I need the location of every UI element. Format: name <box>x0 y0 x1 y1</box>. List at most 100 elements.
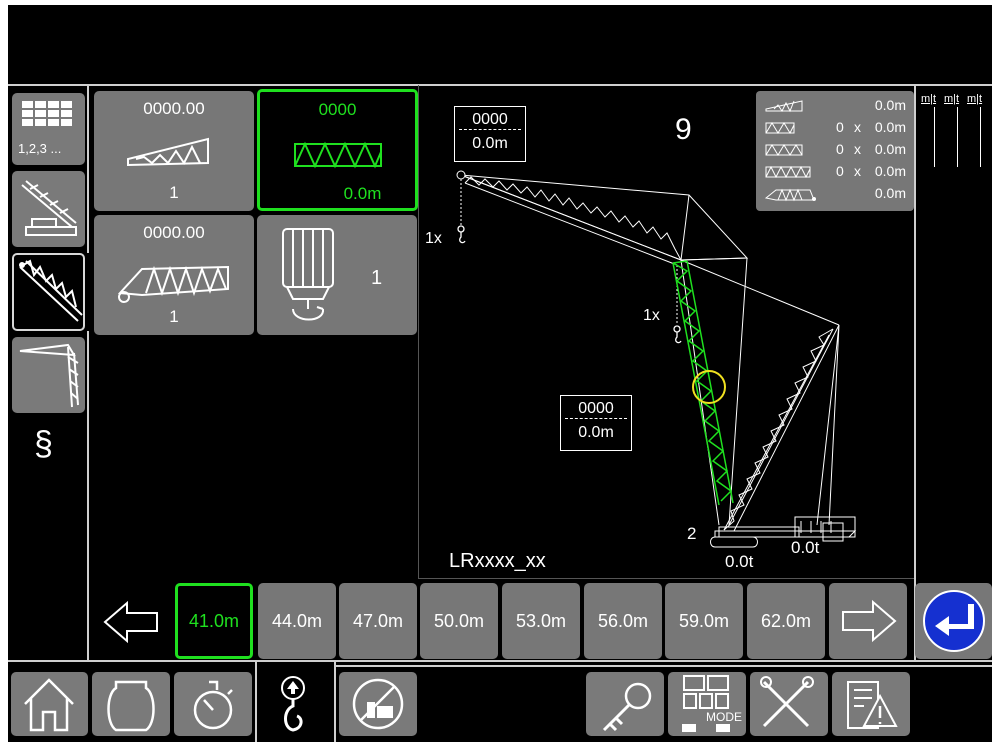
stopwatch-icon <box>193 680 233 730</box>
timer-button[interactable] <box>174 672 252 736</box>
pivot-section-count: 1 <box>169 307 179 326</box>
summary-count: 0 <box>836 141 844 157</box>
lattice-section-icon <box>294 141 382 169</box>
crane-diagram: 0000 0.0m 0000 0.0m 9 1x 1x 2 0.0t 0.0t … <box>419 85 914 578</box>
top-hook-count: 1x <box>425 230 442 247</box>
bottom-divider <box>8 660 992 662</box>
bottom-divider-mid <box>336 665 992 667</box>
luffing-jib-icon <box>19 343 79 408</box>
tile-main-boom-length[interactable]: 0000.00 1 <box>94 91 254 211</box>
load-left: 0.0t <box>725 552 754 571</box>
mode-button[interactable]: MODE <box>668 672 746 736</box>
key-button[interactable] <box>586 672 664 736</box>
pivot-section-icon <box>117 265 229 303</box>
length-option-53[interactable]: 53.0m <box>502 583 580 659</box>
summary-times: x <box>854 163 861 179</box>
summary-count: 0 <box>836 163 844 179</box>
length-option-41[interactable]: 41.0m <box>175 583 253 659</box>
column-tick <box>957 107 958 167</box>
column-tick <box>980 107 981 167</box>
home-icon <box>24 678 74 732</box>
tab-configuration[interactable]: 1,2,3 ... <box>12 93 85 165</box>
tile-intermediate-section[interactable]: 0000 0.0m <box>257 89 418 211</box>
summary-row: 0 x 0.0m <box>764 119 910 139</box>
arrow-right-icon <box>842 599 897 643</box>
crawler-crane-icon <box>21 180 77 236</box>
mode-label: MODE <box>706 710 742 724</box>
length-option-44[interactable]: 44.0m <box>258 583 336 659</box>
right-column-divider <box>914 85 916 661</box>
tab-luffing-jib[interactable] <box>12 337 85 413</box>
summary-count: 0 <box>836 119 844 135</box>
left-column-divider <box>87 85 89 253</box>
warning-document-icon <box>847 681 898 729</box>
lattice-3m-icon <box>765 122 795 135</box>
summary-row: 0 x 0.0m <box>764 163 910 183</box>
load-right: 0.0t <box>791 538 820 557</box>
prev-length-arrow[interactable] <box>101 597 163 647</box>
return-icon <box>922 590 985 652</box>
tip-section-icon <box>765 100 803 113</box>
configuration-grid-icon <box>22 101 72 126</box>
intermediate-value: 0000 <box>318 100 357 119</box>
tip-length-label: 0000 0.0m <box>454 106 526 162</box>
mid-hook-count: 1x <box>643 307 660 324</box>
settings-button[interactable] <box>750 672 828 736</box>
foot-section-icon <box>764 188 816 202</box>
summary-times: x <box>854 119 861 135</box>
summary-length: 0.0m <box>874 97 906 113</box>
column-tick <box>934 107 935 167</box>
main-boom-value: 0000.00 <box>143 99 205 118</box>
summary-times: x <box>854 141 861 157</box>
arrow-left-icon <box>103 600 158 644</box>
hook-up-button[interactable] <box>259 672 331 736</box>
left-column-divider-lower <box>87 331 89 661</box>
crane-control-screen: 1,2,3 ... § 0000.00 1 0000 0.0m 0000.00 … <box>8 5 992 742</box>
configuration-tab-label: 1,2,3 ... <box>18 141 62 156</box>
engine-button[interactable] <box>92 672 170 736</box>
summary-length: 0.0m <box>874 141 906 157</box>
tab-main-boom[interactable] <box>12 253 85 331</box>
summary-length: 0.0m <box>874 119 906 135</box>
summary-length: 0.0m <box>874 163 906 179</box>
boom-length-top: 0000 <box>565 399 627 419</box>
tip-number: 9 <box>675 113 692 146</box>
paragraph-icon[interactable]: § <box>34 425 53 464</box>
engine-icon <box>107 680 155 732</box>
summary-row: 0 x 0.0m <box>764 141 910 161</box>
next-length-button[interactable] <box>829 583 907 659</box>
hook-up-icon <box>281 676 305 732</box>
length-option-50[interactable]: 50.0m <box>420 583 498 659</box>
length-option-56[interactable]: 56.0m <box>584 583 662 659</box>
boom-length-bottom: 0.0m <box>578 424 614 441</box>
main-boom-count: 1 <box>169 183 179 202</box>
unit-header: m|t <box>967 93 983 105</box>
unit-header: m|t <box>944 93 960 105</box>
hook-block-count: 1 <box>371 267 383 289</box>
no-counterweight-icon <box>352 678 404 730</box>
section-summary: 0.0m 0 x 0.0m 0 x 0.0m 0 x 0.0m 0.0m <box>756 91 914 211</box>
length-option-59[interactable]: 59.0m <box>665 583 743 659</box>
tab-crawler-crane[interactable] <box>12 171 85 247</box>
tile-pivot-section[interactable]: 0000.00 1 <box>94 215 254 335</box>
length-option-47[interactable]: 47.0m <box>339 583 417 659</box>
intermediate-length: 0.0m <box>343 184 382 203</box>
bottom-divider-left <box>255 661 257 742</box>
summary-row: 0.0m <box>764 97 910 117</box>
bottom-divider-right <box>334 661 336 742</box>
warning-log-button[interactable] <box>832 672 910 736</box>
tile-hook-block[interactable]: 1 <box>257 215 417 335</box>
return-button[interactable] <box>915 583 992 659</box>
main-boom-icon <box>19 259 83 322</box>
hook-block-icon <box>282 228 334 321</box>
summary-length: 0.0m <box>874 185 906 201</box>
tip-length-top: 0000 <box>459 110 521 130</box>
diagram-bottom-border <box>418 578 914 579</box>
boom-length-label: 0000 0.0m <box>560 395 632 451</box>
tools-icon <box>760 676 814 728</box>
home-button[interactable] <box>11 672 88 736</box>
no-counterweight-button[interactable] <box>339 672 417 736</box>
length-option-62[interactable]: 62.0m <box>747 583 825 659</box>
unit-header: m|t <box>921 93 937 105</box>
summary-row: 0.0m <box>764 185 910 205</box>
